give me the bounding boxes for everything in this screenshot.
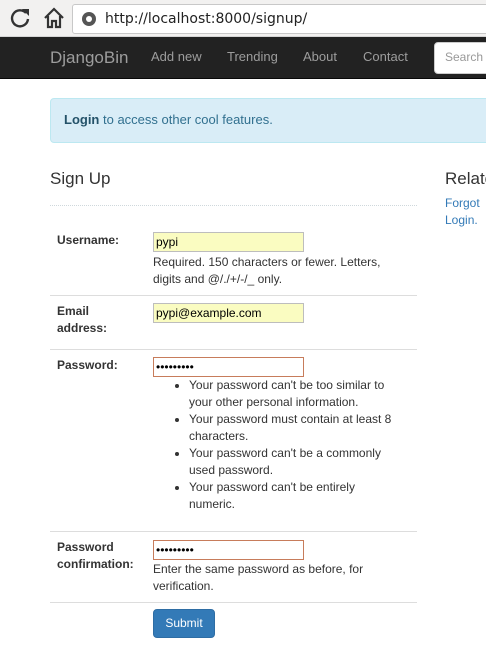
sidebar-link-forgot[interactable]: Forgot (445, 196, 480, 210)
navbar: DjangoBin Add new Trending About Contact… (0, 37, 486, 79)
email-label-line1: Email (57, 304, 90, 318)
email-label-line2: address: (57, 321, 108, 335)
email-field[interactable]: pypi@example.com (153, 303, 304, 323)
nav-contact[interactable]: Contact (363, 49, 408, 64)
globe-icon (82, 12, 96, 26)
row-divider (50, 349, 417, 350)
list-item: Your password can't be too similar to yo… (189, 377, 404, 411)
address-bar[interactable]: http://localhost:8000/signup/ (72, 4, 486, 34)
nav-about[interactable]: About (303, 49, 337, 64)
row-divider (50, 295, 417, 296)
password-confirm-help: Enter the same password as before, for v… (153, 562, 364, 593)
alert-message: to access other cool features. (99, 112, 273, 127)
home-icon[interactable] (42, 6, 66, 30)
row-divider (50, 531, 417, 532)
reload-icon[interactable] (8, 6, 32, 30)
username-field[interactable]: pypi (153, 232, 304, 252)
password-help-list: Your password can't be too similar to yo… (153, 377, 404, 513)
password-confirm-label-line2: confirmation: (57, 557, 134, 571)
list-item: Your password must contain at least 8 ch… (189, 411, 404, 445)
password-confirm-label-line1: Password (57, 540, 114, 554)
alert-login-link[interactable]: Login (64, 112, 99, 127)
browser-toolbar: http://localhost:8000/signup/ (0, 0, 486, 37)
password-confirm-field[interactable]: ••••••••• (153, 540, 304, 560)
sidebar-link-login[interactable]: Login. (445, 213, 478, 227)
password-confirm-label: Password confirmation: (57, 539, 134, 573)
email-label: Email address: (57, 303, 107, 337)
submit-button[interactable]: Submit (153, 609, 215, 638)
username-label: Username: (57, 233, 120, 247)
username-help: Required. 150 characters or fewer. Lette… (153, 255, 381, 286)
search-placeholder: Search (445, 50, 484, 64)
row-divider (50, 602, 417, 603)
password-field[interactable]: ••••••••• (153, 357, 304, 377)
navbar-brand[interactable]: DjangoBin (50, 48, 128, 68)
title-divider (50, 205, 417, 206)
password-label: Password: (57, 358, 118, 372)
nav-add-new[interactable]: Add new (151, 49, 202, 64)
search-input[interactable]: Search (434, 42, 486, 74)
nav-trending[interactable]: Trending (227, 49, 278, 64)
sidebar-title: Related (445, 169, 486, 188)
list-item: Your password can't be entirely numeric. (189, 479, 404, 513)
address-url: http://localhost:8000/signup/ (105, 11, 308, 27)
login-alert: Login to access other cool features. (50, 98, 486, 143)
list-item: Your password can't be a commonly used p… (189, 445, 404, 479)
page-title: Sign Up (50, 169, 111, 188)
